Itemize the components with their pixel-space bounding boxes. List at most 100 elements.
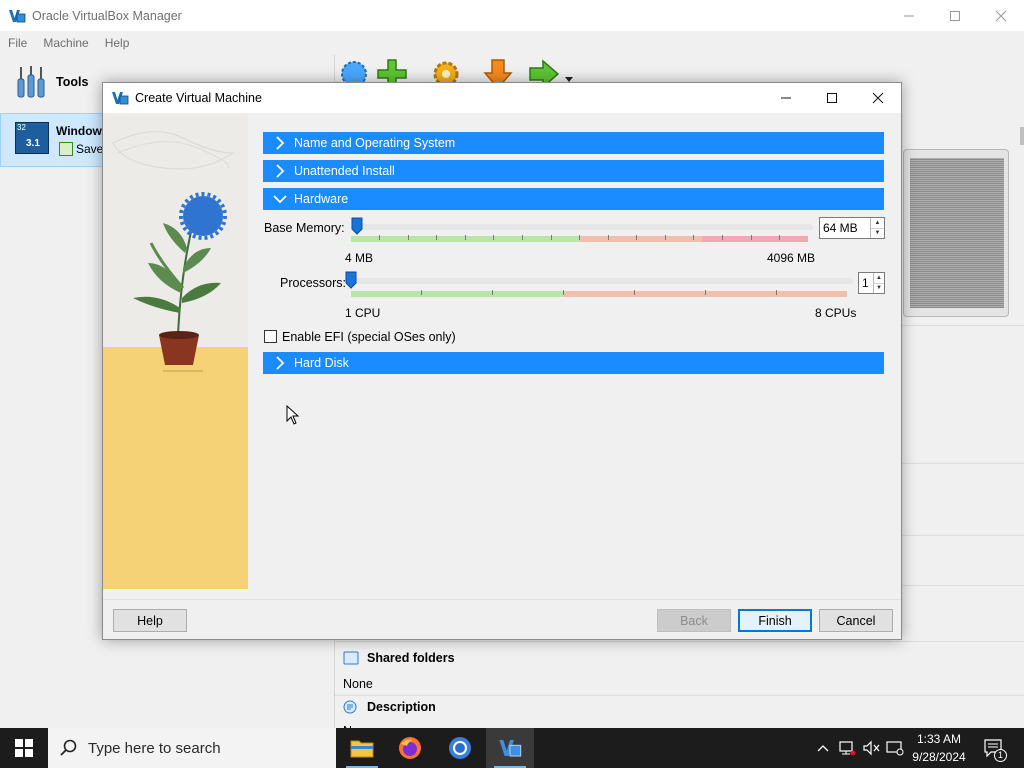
dialog-titlebar: Create Virtual Machine [103,83,901,113]
close-button[interactable] [978,0,1024,31]
menu-help[interactable]: Help [97,36,138,50]
section-unattended[interactable]: Unattended Install [263,160,884,182]
menubar: File Machine Help [0,31,1024,55]
finish-button[interactable]: Finish [738,609,812,632]
chevron-up-icon [817,745,829,752]
processors-label: Processors: [280,276,346,290]
chevron-right-icon [276,136,285,150]
chevron-down-icon [273,195,287,204]
dialog-close-button[interactable] [855,83,901,113]
taskbar-file-explorer[interactable] [338,728,386,768]
divider [335,695,1024,696]
details-scrollbar[interactable] [1020,127,1024,145]
action-center-button[interactable]: 1 [980,728,1008,768]
clock-time: 1:33 AM [916,732,962,746]
cpu-max-label: 8 CPUs [815,306,857,320]
taskbar-clock[interactable]: 1:33 AM 9/28/2024 [905,730,973,766]
minimize-button[interactable] [886,0,932,31]
base-memory-spinbox[interactable]: 64 MB ▲ ▼ [819,217,885,239]
chevron-right-icon [276,356,285,370]
vm-os-badge: 3.1 [26,138,40,149]
memory-max-label: 4096 MB [767,251,816,265]
dialog-maximize-button[interactable] [809,83,855,113]
shared-folders-value: None [343,677,373,691]
section-unattended-label: Unattended Install [294,164,395,178]
notification-count: 1 [994,749,1007,762]
menu-file[interactable]: File [0,36,35,50]
mouse-cursor-icon [286,405,300,425]
memory-ticks [351,235,808,242]
maximize-button[interactable] [932,0,978,31]
virtualbox-logo-icon [9,9,26,22]
section-hard-disk[interactable]: Hard Disk [263,352,884,374]
maximize-icon [950,10,960,21]
processors-slider-handle[interactable] [345,271,357,289]
menu-machine[interactable]: Machine [35,36,96,50]
windows-logo-icon [15,739,33,757]
start-button[interactable] [0,728,48,768]
efi-checkbox[interactable] [264,330,277,343]
vm-preview-screen [910,158,1004,308]
clock-date: 9/28/2024 [912,750,966,764]
description-title: Description [367,700,436,714]
close-icon [872,92,884,104]
processors-slider[interactable] [345,278,853,284]
display-icon [886,741,904,756]
chrome-icon [449,737,471,759]
chevron-right-icon [276,164,285,178]
cancel-button[interactable]: Cancel [819,609,893,632]
wizard-content: Name and Operating System Unattended Ins… [248,113,901,599]
vm-os-bits: 32 [17,123,26,132]
section-hardware-label: Hardware [294,192,349,206]
spin-down-icon[interactable]: ▼ [871,229,884,239]
spin-down-icon[interactable]: ▼ [874,284,884,294]
close-icon [995,10,1007,21]
base-memory-label: Base Memory: [264,221,345,235]
dialog-button-bar: Help Back Finish Cancel [103,599,901,639]
minimize-icon [904,15,914,16]
divider [335,641,1024,642]
section-name-os[interactable]: Name and Operating System [263,132,884,154]
processors-value: 1 [862,276,869,290]
tray-display[interactable] [884,728,906,768]
dialog-minimize-button[interactable] [763,83,809,113]
maximize-icon [827,93,837,103]
tray-volume[interactable] [860,728,882,768]
main-titlebar: Oracle VirtualBox Manager [0,0,1024,31]
tray-network[interactable] [836,728,858,768]
network-icon [839,741,856,756]
description-header: Description [343,700,436,714]
tray-overflow-button[interactable] [812,728,834,768]
efi-label[interactable]: Enable EFI (special OSes only) [282,330,456,344]
main-window-title: Oracle VirtualBox Manager [32,8,182,23]
cpu-ticks [351,290,847,297]
vm-name: Window [56,124,102,138]
saved-state-icon [59,142,73,156]
cpu-min-label: 1 CPU [345,306,381,320]
virtualbox-logo-icon [112,92,129,105]
vm-preview [903,149,1009,317]
help-button[interactable]: Help [113,609,187,632]
taskbar-search[interactable]: Type here to search [48,728,336,768]
folder-icon [350,740,374,758]
spin-up-icon[interactable]: ▲ [871,218,884,229]
taskbar-firefox[interactable] [386,728,434,768]
spin-up-icon[interactable]: ▲ [874,273,884,284]
firefox-icon [399,737,421,759]
base-memory-value: 64 MB [823,221,858,235]
vm-list-item[interactable]: 32 3.1 Window Saved [0,113,110,167]
base-memory-slider[interactable] [351,224,813,230]
section-hardware[interactable]: Hardware [263,188,884,210]
taskbar-virtualbox[interactable] [486,728,534,768]
back-button[interactable]: Back [657,609,731,632]
tools-label: Tools [56,75,89,89]
base-memory-slider-handle[interactable] [351,217,363,235]
taskbar-chrome[interactable] [436,728,484,768]
folder-icon [343,651,359,665]
volume-muted-icon [863,740,880,756]
shared-folders-title: Shared folders [367,651,455,665]
search-placeholder: Type here to search [88,739,221,757]
processors-spinbox[interactable]: 1 ▲ ▼ [858,272,885,294]
virtualbox-logo-icon [499,740,522,757]
section-hard-disk-label: Hard Disk [294,356,349,370]
